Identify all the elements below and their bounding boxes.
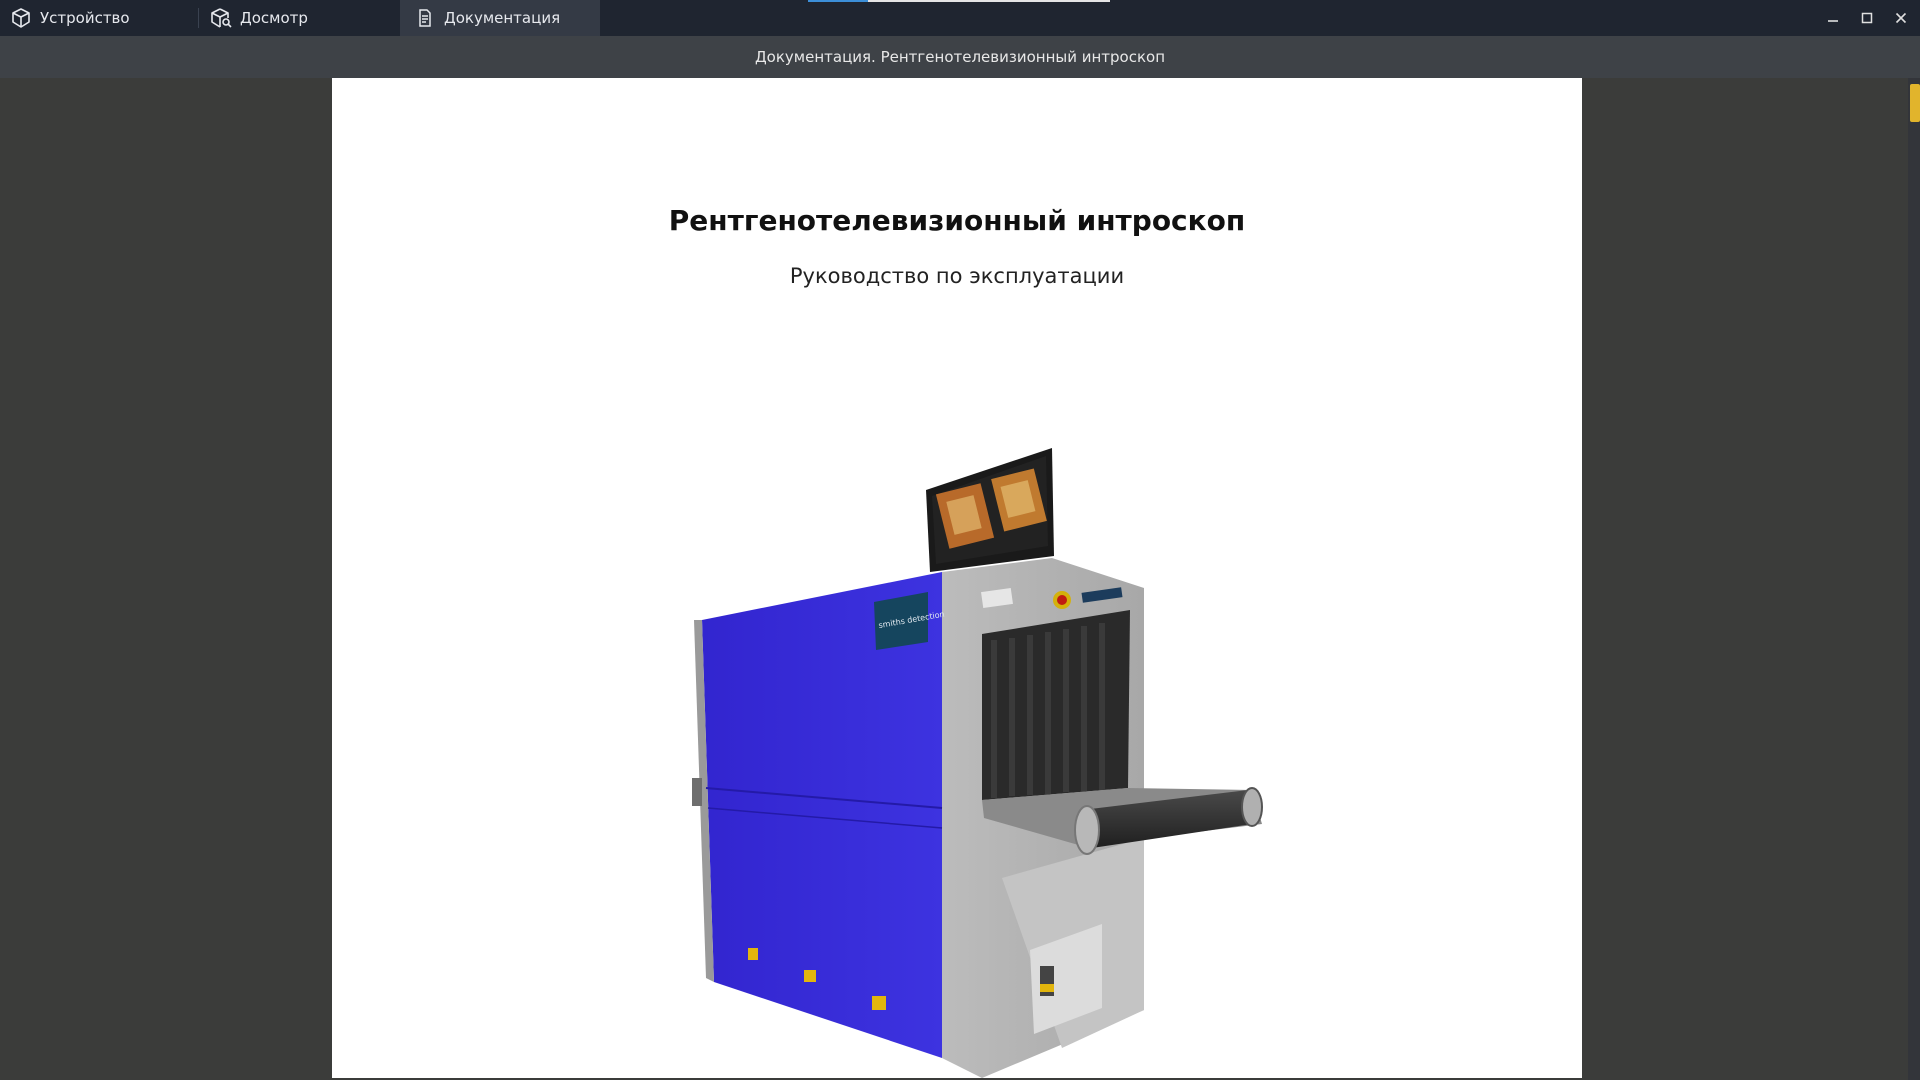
scrollbar-thumb[interactable] xyxy=(1910,84,1920,122)
scrollbar-track[interactable] xyxy=(1908,78,1920,1080)
document-title: Рентгенотелевизионный интроскоп xyxy=(668,204,1246,237)
tab-label: Досмотр xyxy=(240,9,308,27)
scanner-tunnel xyxy=(982,610,1130,800)
progress-track xyxy=(868,0,1110,2)
window-title: Документация. Рентгенотелевизионный интр… xyxy=(754,48,1166,66)
maximize-button[interactable] xyxy=(1850,0,1884,36)
tab-label: Устройство xyxy=(40,9,130,27)
window-title-bar: Документация. Рентгенотелевизионный интр… xyxy=(0,36,1920,78)
tab-inspection[interactable]: Досмотр xyxy=(208,0,398,36)
cube-icon xyxy=(8,5,34,31)
document-page: Рентгенотелевизионный интроскоп Руководс… xyxy=(332,78,1582,1078)
document-subtitle: Руководство по эксплуатации xyxy=(789,264,1125,288)
close-icon xyxy=(1895,12,1907,24)
tab-device[interactable]: Устройство xyxy=(8,0,198,36)
maximize-icon xyxy=(1861,12,1873,24)
tab-bar: Устройство Досмотр Документация xyxy=(0,0,1920,36)
progress-indicator xyxy=(808,0,868,2)
cube-search-icon xyxy=(208,5,234,31)
tab-label: Документация xyxy=(444,9,561,27)
xray-scanner-illustration: smiths detection xyxy=(692,448,1263,1078)
warning-label xyxy=(804,970,816,982)
monitor xyxy=(926,448,1054,572)
minimize-button[interactable] xyxy=(1816,0,1850,36)
warning-label xyxy=(872,996,886,1010)
warning-label xyxy=(748,948,758,960)
tab-divider xyxy=(198,8,199,28)
tab-documentation[interactable]: Документация xyxy=(400,0,600,36)
minimize-icon xyxy=(1828,20,1838,22)
close-button[interactable] xyxy=(1884,0,1918,36)
document-icon xyxy=(412,5,438,31)
